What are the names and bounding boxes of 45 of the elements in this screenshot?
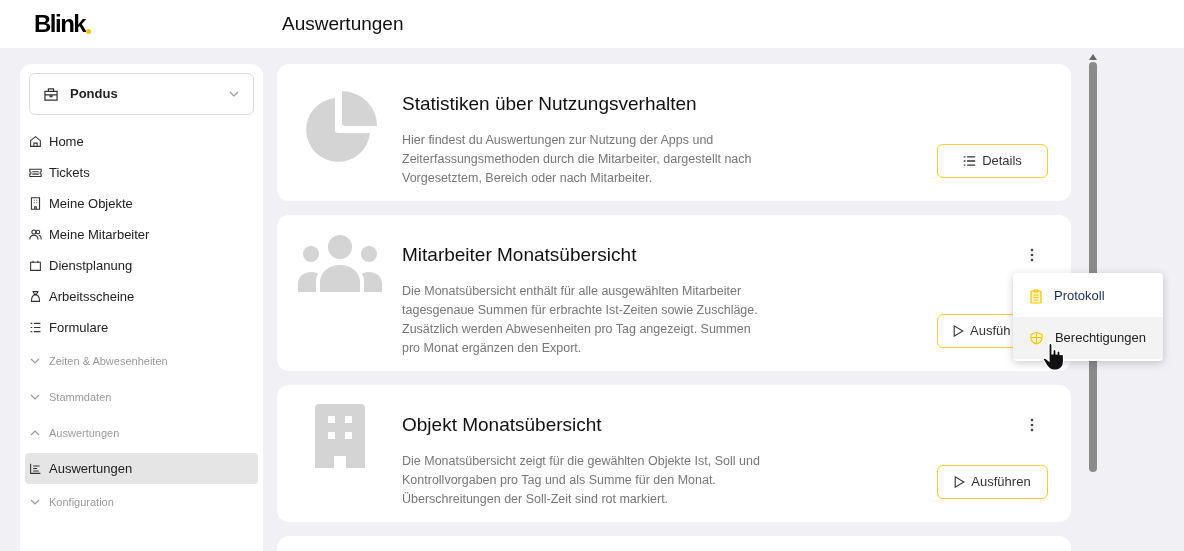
people-icon	[297, 234, 382, 294]
people-icon	[29, 228, 42, 241]
scroll-up-icon[interactable]	[1089, 54, 1097, 60]
chevron-icon	[30, 499, 40, 505]
list-icon	[963, 155, 977, 167]
card-description: Die Monatsübersicht enthält für alle ausgewählten Mitarbeiter tagesgenaue Summen für erbrachte Ist-Zeiten sowie Zuschläge. Zusätzlich werden Abwesenheiten pro Tag angezeigt. Summen pro Monat ergänzen den Export.	[402, 282, 759, 357]
nav-item[interactable]: Home	[25, 126, 258, 157]
nav-item[interactable]: Meine Mitarbeiter	[25, 219, 258, 250]
chevron-icon	[30, 430, 40, 436]
nav-item[interactable]: Formulare	[25, 312, 258, 343]
nav-item[interactable]: Arbeitsscheine	[25, 281, 258, 312]
more-icon[interactable]	[1030, 248, 1034, 262]
action-button[interactable]: Details	[937, 144, 1048, 178]
nav-item[interactable]: Meine Objekte	[25, 188, 258, 219]
menu-item[interactable]: Berechtigungen	[1013, 317, 1163, 359]
more-icon[interactable]	[1030, 418, 1034, 432]
nav-item[interactable]: Auswertungen	[25, 453, 258, 484]
briefcase-icon	[44, 87, 58, 101]
action-button[interactable]: Ausführen	[937, 465, 1048, 499]
bag-icon	[29, 290, 42, 303]
play-icon	[953, 325, 964, 337]
nav-item[interactable]: Dienstplanung	[25, 250, 258, 281]
building-icon	[314, 404, 365, 468]
shield-icon	[1030, 331, 1043, 345]
account-select[interactable]: Pondus	[29, 73, 254, 115]
clipboard-icon	[1030, 288, 1042, 304]
nav-item[interactable]: Tickets	[25, 157, 258, 188]
chevron-icon	[30, 358, 40, 364]
page-title: Auswertungen	[282, 11, 404, 36]
ticket-icon	[29, 166, 42, 179]
home-icon	[29, 135, 42, 148]
chart-icon	[29, 462, 42, 475]
card-title: Objekt Monatsübersicht	[402, 413, 602, 437]
card-description: Die Monatsübersicht zeigt für die gewählten Objekte Ist, Soll und Kontrollvorgaben pro Tag und als Summe für den Monat. Überschreitungen der Soll-Zeit sind rot markiert.	[402, 452, 761, 508]
menu-item[interactable]: Protokoll	[1013, 275, 1163, 317]
logo: Blink	[34, 12, 86, 36]
list-icon	[29, 321, 42, 334]
card-title: Mitarbeiter Monatsübersicht	[402, 243, 637, 267]
chevron-icon	[229, 91, 239, 97]
card-title: Statistiken über Nutzungsverhalten	[402, 92, 697, 116]
play-icon	[954, 476, 966, 488]
building-icon	[29, 197, 42, 210]
card-description: Hier findest du Auswertungen zur Nutzung der Apps und Zeiterfassungsmethoden durch die Mitarbeiter, dargestellt nach Vorgesetztem, Bereich oder nach Mitarbeiter.	[402, 131, 753, 187]
calendar-icon	[29, 259, 42, 272]
chevron-icon	[30, 394, 40, 400]
